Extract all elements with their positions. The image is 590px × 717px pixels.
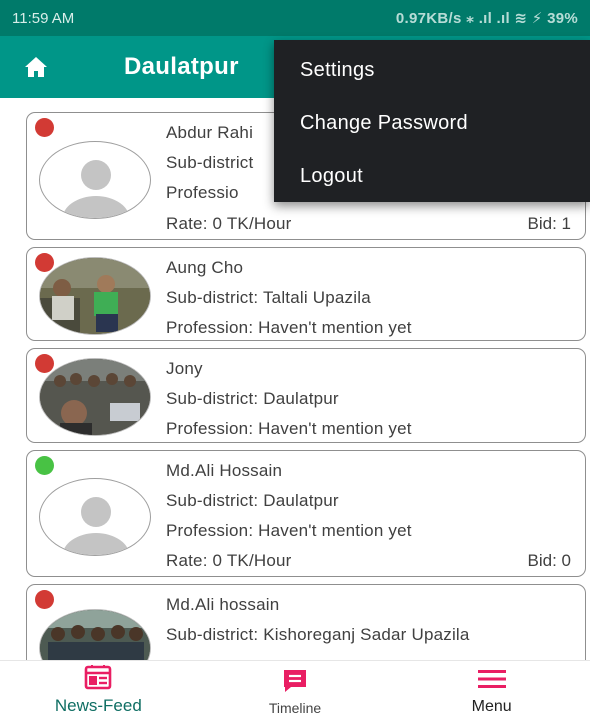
card-profession: Profession: Haven't mention yet [166, 419, 412, 438]
card-bid: Bid: 1 [527, 214, 571, 233]
list-item[interactable]: Md.Ali hossain Sub-district: Kishoreganj… [26, 584, 586, 660]
avatar [39, 141, 151, 219]
card-name: Jony [166, 359, 203, 378]
status-bar: 11:59 AM 0.97KB/s ⁎ .ıl .ıl ≋ ⚡ 39% [0, 0, 590, 36]
status-dot [35, 354, 54, 373]
nav-item-timeline[interactable]: Timeline [197, 661, 394, 717]
card-bid: Bid: 0 [527, 551, 571, 570]
status-indicators: 0.97KB/s ⁎ .ıl .ıl ≋ ⚡ 39% [395, 10, 578, 27]
card-rate: Rate: 0 TK/Hour [166, 551, 292, 570]
list-item[interactable]: Aung Cho Sub-district: Taltali Upazila P… [26, 247, 586, 341]
page-title: Daulatpur [124, 53, 239, 80]
nav-label: Timeline [268, 700, 322, 716]
menu-item-settings[interactable]: Settings [274, 44, 590, 97]
nav-item-news-feed[interactable]: News-Feed [0, 661, 197, 717]
status-dot [35, 253, 54, 272]
card-name: Abdur Rahi [166, 123, 254, 142]
card-rate: Rate: 0 TK/Hour [166, 214, 292, 233]
newsfeed-icon [84, 662, 112, 692]
bottom-navigation: News-Feed Timeline Menu [0, 660, 590, 717]
nav-label: Menu [471, 698, 512, 715]
avatar [39, 257, 151, 335]
list-item[interactable]: Md.Ali Hossain Sub-district: Daulatpur P… [26, 450, 586, 577]
card-subdistrict: Sub-district: Daulatpur [166, 491, 339, 510]
avatar [39, 358, 151, 436]
card-subdistrict: Sub-district: Kishoreganj Sadar Upazila [166, 625, 470, 644]
menu-item-logout[interactable]: Logout [274, 150, 590, 203]
card-subdistrict: Sub-district: Taltali Upazila [166, 288, 371, 307]
nav-label: News-Feed [54, 696, 142, 715]
menu-item-change-password[interactable]: Change Password [274, 97, 590, 150]
card-name: Aung Cho [166, 258, 244, 277]
status-dot [35, 118, 54, 137]
timeline-icon [281, 666, 309, 696]
card-profession: Profession: Haven't mention yet [166, 521, 412, 540]
home-icon[interactable] [0, 36, 72, 98]
status-time: 11:59 AM [12, 9, 75, 27]
status-dot [35, 456, 54, 475]
status-dot [35, 590, 54, 609]
menu-icon [477, 664, 507, 694]
card-name: Md.Ali Hossain [166, 461, 283, 480]
avatar [39, 609, 151, 660]
card-name: Md.Ali hossain [166, 595, 280, 614]
list-item[interactable]: Jony Sub-district: Daulatpur Profession:… [26, 348, 586, 443]
card-profession: Professio [166, 183, 239, 202]
avatar [39, 478, 151, 556]
nav-item-menu[interactable]: Menu [393, 661, 590, 717]
card-subdistrict: Sub-district: Daulatpur [166, 389, 339, 408]
card-profession: Profession: Haven't mention yet [166, 318, 412, 337]
overflow-menu: Settings Change Password Logout [274, 40, 590, 202]
card-subdistrict: Sub-district [166, 153, 254, 172]
